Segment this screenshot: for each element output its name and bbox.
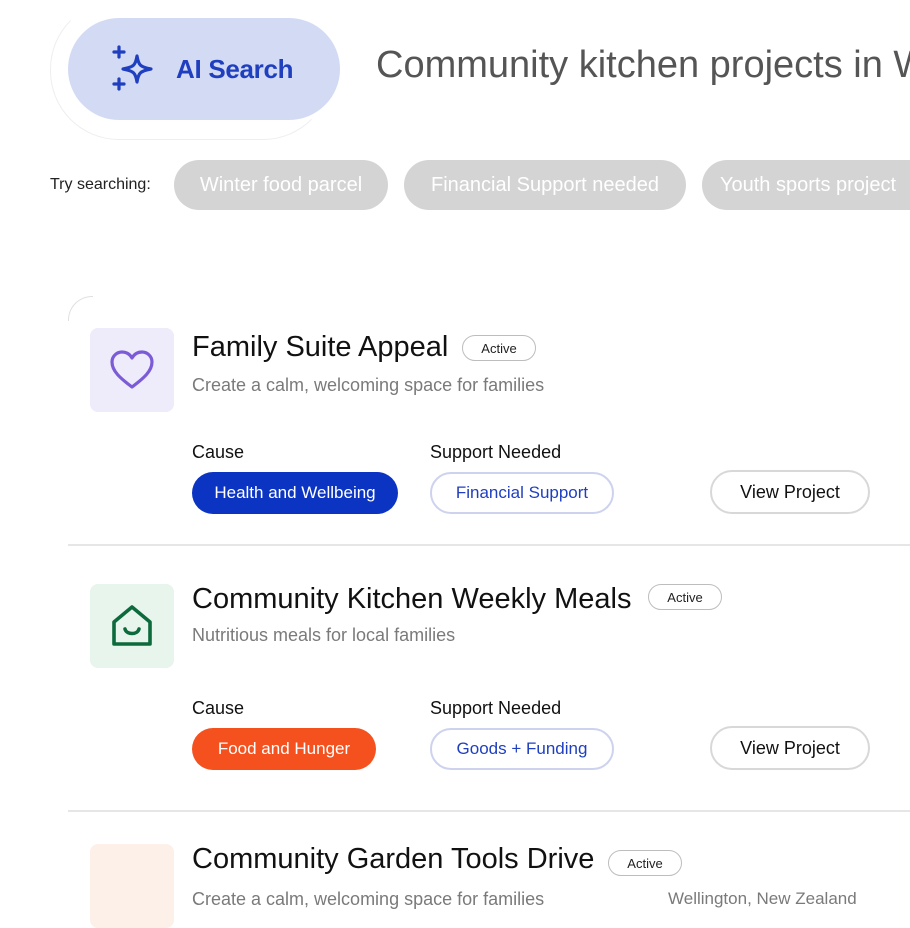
support-tag: Financial Support — [430, 472, 614, 514]
project-icon-tile — [90, 584, 174, 668]
cause-label: Cause — [192, 442, 245, 462]
support-needed-label: Support Needed — [430, 698, 562, 718]
row-divider — [68, 544, 910, 546]
cause-tag: Food and Hunger — [192, 728, 376, 770]
search-query-input[interactable] — [376, 44, 910, 87]
status-badge: Active — [462, 335, 536, 361]
project-location: Wellington, New Zealand — [668, 889, 857, 908]
project-description: Nutritious meals for local families — [192, 625, 456, 645]
project-title[interactable]: Community Garden Tools Drive — [192, 843, 594, 876]
cause-label: Cause — [192, 698, 245, 718]
project-title[interactable]: Community Kitchen Weekly Meals — [192, 583, 631, 616]
suggestion-chip-financial-support[interactable]: Financial Support needed — [404, 160, 686, 210]
ai-search-label: AI Search — [176, 53, 294, 84]
try-searching-label: Try searching: — [50, 176, 151, 193]
heart-icon — [110, 350, 154, 389]
project-description: Create a calm, welcoming space for famil… — [192, 375, 545, 395]
home-smile-icon — [112, 605, 152, 646]
view-project-button[interactable]: View Project — [710, 726, 870, 770]
project-icon-tile — [90, 328, 174, 412]
suggestion-chip-winter-food-parcel[interactable]: Winter food parcel — [174, 160, 388, 210]
row-divider — [68, 810, 910, 812]
suggestion-chip-youth-sports[interactable]: Youth sports project — [702, 160, 910, 210]
status-badge: Active — [608, 850, 682, 876]
cause-tag: Health and Wellbeing — [192, 472, 398, 514]
ai-search-button[interactable]: AI Search — [68, 18, 340, 120]
status-badge: Active — [648, 584, 722, 610]
project-icon-tile — [90, 844, 174, 928]
support-needed-label: Support Needed — [430, 442, 562, 462]
results-panel-corner — [68, 296, 93, 321]
sparkles-icon — [112, 45, 153, 91]
project-title[interactable]: Family Suite Appeal — [192, 331, 448, 364]
support-tag: Goods + Funding — [430, 728, 614, 770]
view-project-button[interactable]: View Project — [710, 470, 870, 514]
